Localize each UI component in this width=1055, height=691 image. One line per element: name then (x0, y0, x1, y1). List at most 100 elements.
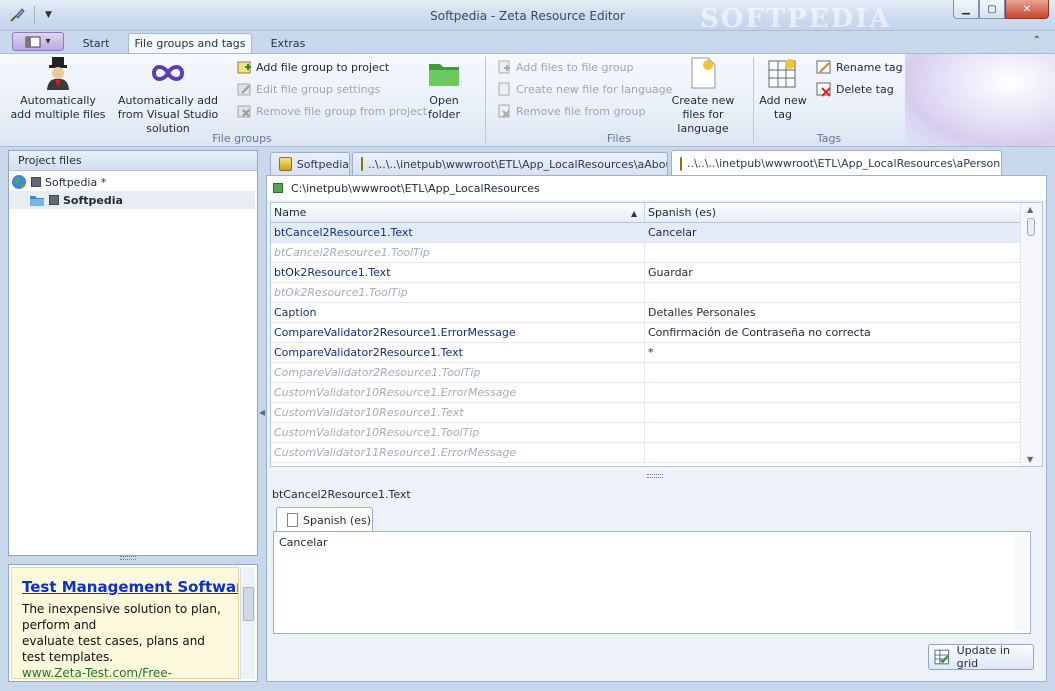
auto-add-vs-solution-button[interactable]: Automatically add from Visual Studio sol… (110, 56, 226, 136)
table-row[interactable]: CompareValidator2Resource1.Text * (271, 343, 1020, 363)
create-new-files-button[interactable]: Create new files for language (660, 56, 746, 136)
scroll-thumb[interactable] (1027, 218, 1035, 236)
window-controls: ▁ ▢ ✕ (953, 0, 1049, 19)
ad-panel: Test Management Software The inexpensive… (8, 564, 258, 682)
tag-grid-icon (766, 56, 800, 90)
cell-name[interactable]: Caption (271, 303, 645, 323)
file-group-checkbox[interactable] (49, 195, 59, 205)
add-file-group-button[interactable]: Add file group to project (236, 58, 389, 76)
column-header-spanish[interactable]: Spanish (es) (645, 203, 1020, 223)
translation-editor[interactable]: Cancelar (273, 531, 1031, 634)
group-label-files: Files (606, 132, 632, 145)
editor-scrollbar[interactable] (1014, 534, 1028, 631)
table-row[interactable]: btOk2Resource1.ToolTip (271, 283, 1020, 303)
table-row[interactable]: btCancel2Resource1.ToolTip (271, 243, 1020, 263)
cell-name[interactable]: CompareValidator2Resource1.ToolTip (271, 363, 645, 383)
ad-title-link[interactable]: Test Management Software (22, 578, 238, 596)
grid-body: btCancel2Resource1.Text Cancelar btCancel2… (271, 223, 1020, 466)
cell-value[interactable] (645, 443, 1020, 463)
translation-text[interactable]: Cancelar (279, 536, 328, 549)
update-grid-icon (934, 649, 950, 665)
grid-scrollbar[interactable]: ▲ ▼ (1020, 203, 1042, 466)
cell-value[interactable]: Cancelar (645, 223, 1020, 243)
update-in-grid-label: Update in grid (956, 644, 1010, 670)
edit-file-group-button[interactable]: Edit file group settings (236, 80, 380, 98)
cell-name[interactable]: CustomValidator10Resource1.ErrorMessage (271, 383, 645, 403)
tree-item-file-group[interactable]: Softpedia (9, 191, 255, 209)
cell-name[interactable]: CompareValidator2Resource1.Text (271, 343, 645, 363)
scroll-down-icon[interactable]: ▼ (1027, 455, 1033, 464)
rename-tag-label: Rename tag (836, 60, 903, 74)
scroll-up-icon[interactable]: ▲ (1027, 205, 1033, 214)
collapse-left-icon[interactable]: ◀ (259, 408, 265, 417)
sort-ascending-icon: ▲ (631, 209, 638, 218)
cell-name[interactable]: btOk2Resource1.Text (271, 263, 645, 283)
minimize-button[interactable]: ▁ (953, 0, 979, 19)
add-new-tag-button[interactable]: Add new tag (758, 56, 808, 122)
remove-file-button[interactable]: Remove file from group (496, 102, 645, 120)
doc-tab-apersonal[interactable]: ..\..\..\inetpub\wwwroot\ETL\App_LocalRe… (671, 150, 1002, 176)
cell-name[interactable]: btCancel2Resource1.Text (271, 223, 645, 243)
remove-file-group-button[interactable]: Remove file group from project (236, 102, 427, 120)
collapse-ribbon-icon[interactable]: ⌃ (1033, 35, 1041, 46)
table-row[interactable]: CompareValidator2Resource1.ToolTip (271, 363, 1020, 383)
table-row[interactable]: CustomValidator10Resource1.ToolTip (271, 423, 1020, 443)
table-row[interactable]: btCancel2Resource1.Text Cancelar (271, 223, 1020, 243)
close-button[interactable]: ✕ (1005, 0, 1049, 19)
project-files-panel: Project files Softpedia * Softpedia (8, 150, 258, 556)
auto-add-multiple-files-button[interactable]: Automatically add multiple files (10, 56, 106, 122)
grid-editor-splitter[interactable] (647, 474, 663, 478)
table-row[interactable]: CustomValidator10Resource1.ErrorMessage (271, 383, 1020, 403)
cell-name[interactable]: CustomValidator10Resource1.Text (271, 403, 645, 423)
rename-tag-button[interactable]: Rename tag (816, 58, 903, 76)
group-label-file-groups: File groups (212, 132, 272, 145)
left-panel-splitter[interactable] (120, 556, 136, 560)
cell-value[interactable]: * (645, 343, 1020, 363)
tab-start[interactable]: Start (70, 33, 122, 53)
table-row[interactable]: CustomValidator10Resource1.Text (271, 403, 1020, 423)
scroll-thumb[interactable] (243, 587, 254, 621)
tab-file-groups-and-tags[interactable]: File groups and tags (128, 33, 252, 53)
cell-value[interactable]: Confirmación de Contraseña no correcta (645, 323, 1020, 343)
cell-value[interactable] (645, 423, 1020, 443)
table-row[interactable]: btOk2Resource1.Text Guardar (271, 263, 1020, 283)
doc-tab-softpedia[interactable]: Softpedia (270, 152, 350, 175)
path-bar: C:\inetpub\wwwroot\ETL\App_LocalResource… (267, 176, 1046, 200)
cell-value[interactable]: Detalles Personales (645, 303, 1020, 323)
tree-item-project[interactable]: Softpedia * (9, 173, 106, 191)
table-row[interactable]: Caption Detalles Personales (271, 303, 1020, 323)
doc-tab-aabout[interactable]: ..\..\..\inetpub\wwwroot\ETL\App_LocalRe… (352, 152, 668, 175)
ad-url-link[interactable]: www.Zeta-Test.com/Free- (22, 666, 228, 678)
status-square-icon (273, 183, 283, 193)
resource-file-icon (279, 157, 292, 171)
table-row[interactable]: CompareValidator2Resource1.ErrorMessage C… (271, 323, 1020, 343)
cell-value[interactable] (645, 403, 1020, 423)
update-in-grid-button[interactable]: Update in grid (928, 644, 1034, 670)
vertical-splitter[interactable]: ◀ (258, 150, 266, 682)
cell-name[interactable]: CustomValidator10Resource1.ToolTip (271, 423, 645, 443)
cell-value[interactable]: Guardar (645, 263, 1020, 283)
cell-value[interactable] (645, 283, 1020, 303)
open-folder-button[interactable]: Open folder (412, 56, 476, 122)
table-row[interactable]: CustomValidator11Resource1.ErrorMessage (271, 443, 1020, 463)
cell-name[interactable]: CompareValidator2Resource1.ErrorMessage (271, 323, 645, 343)
tab-extras[interactable]: Extras (258, 33, 318, 53)
delete-tag-button[interactable]: Delete tag (816, 80, 894, 98)
editor-tab-spanish[interactable]: Spanish (es) (276, 507, 373, 532)
cell-name[interactable]: btCancel2Resource1.ToolTip (271, 243, 645, 263)
cell-value[interactable] (645, 383, 1020, 403)
add-files-to-group-button[interactable]: Add files to file group (496, 58, 634, 76)
cell-name[interactable]: CustomValidator11Resource1.ErrorMessage (271, 443, 645, 463)
column-header-name[interactable]: Name (271, 203, 645, 223)
title-bar: ▼ SOFTPEDIA Softpedia - Zeta Resource Ed… (0, 0, 1055, 34)
cell-value[interactable] (645, 243, 1020, 263)
application-menu-button[interactable]: ▾ (12, 32, 64, 51)
new-files-icon (686, 56, 720, 90)
ad-scrollbar[interactable] (240, 567, 255, 679)
cell-name[interactable]: btOk2Resource1.ToolTip (271, 283, 645, 303)
maximize-button[interactable]: ▢ (979, 0, 1005, 19)
create-new-file-button[interactable]: Create new file for language (496, 80, 672, 98)
cell-value[interactable] (645, 363, 1020, 383)
project-checkbox[interactable] (31, 177, 41, 187)
wizard-icon (41, 56, 75, 90)
